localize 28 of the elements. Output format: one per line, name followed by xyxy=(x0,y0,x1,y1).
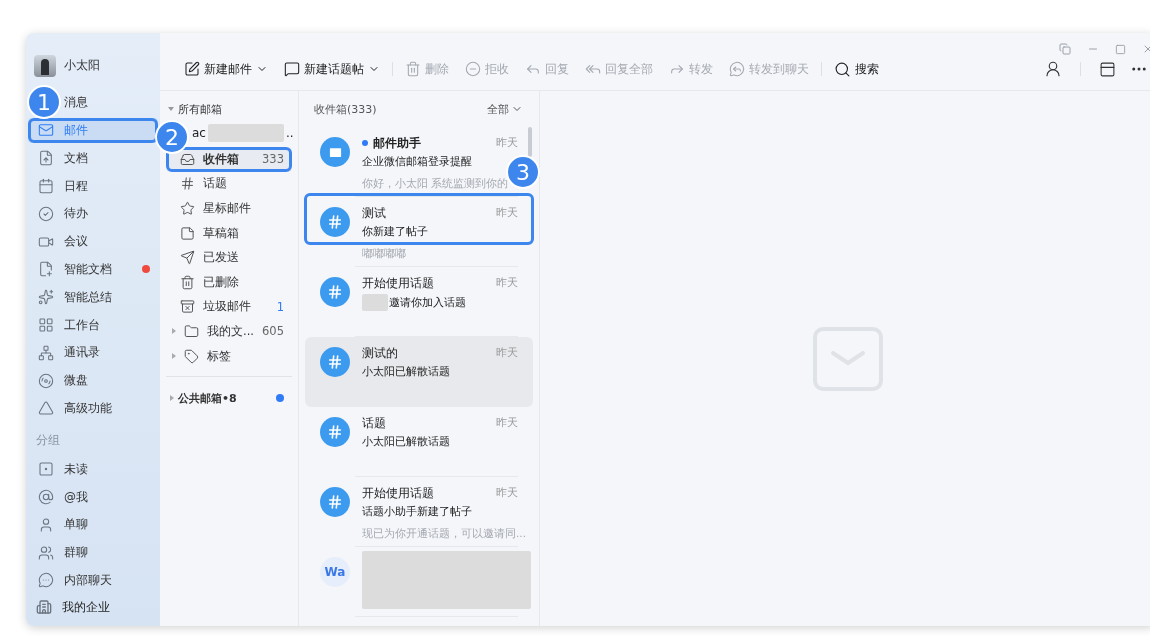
sender-avatar: Wa xyxy=(320,557,350,587)
mail-subject: 话题小助手新建了帖子 xyxy=(362,504,472,520)
section-title: 分组 xyxy=(35,432,61,450)
step-number-tooltip: 2 xyxy=(155,120,189,154)
user-name: 小太阳 xyxy=(64,57,100,75)
mail-subject: 小太阳已解散话题 xyxy=(362,364,450,380)
mail-subject: 你新建了帖子 xyxy=(362,224,428,240)
account-ellipsis: .. xyxy=(285,126,294,140)
list-title: 收件箱(333) xyxy=(314,101,377,117)
mail-preview: 你好，小太阳 系统监测到你的 xyxy=(362,176,509,191)
mail-time: 昨天 xyxy=(496,345,518,361)
mail-time: 昨天 xyxy=(496,415,518,431)
step-number-tooltip: 3 xyxy=(506,155,540,189)
mail-time: 昨天 xyxy=(496,485,518,501)
mail-subject: 小太阳已解散话题 xyxy=(362,434,450,450)
mail-sender: 邮件助手 xyxy=(373,135,422,151)
mail-preview: 现已为你开通话题，可以邀请同... xyxy=(362,526,526,541)
mail-time: 昨天 xyxy=(496,135,518,151)
mail-sender: 开始使用话题 xyxy=(362,485,435,501)
mail-time: 昨天 xyxy=(496,275,518,291)
mail-sender: 测试 xyxy=(362,205,387,221)
mail-time: 昨天 xyxy=(496,205,518,221)
mail-sender: 话题 xyxy=(362,415,387,431)
mail-sender: 开始使用话题 xyxy=(362,275,435,291)
mail-sender: 测试的 xyxy=(362,345,399,361)
mail-preview: 嘟嘟嘟嘟 xyxy=(362,246,406,261)
mail-subject: 邀请你加入话题 xyxy=(389,294,466,311)
mail-subject: 企业微信邮箱登录提醒 xyxy=(362,154,472,170)
